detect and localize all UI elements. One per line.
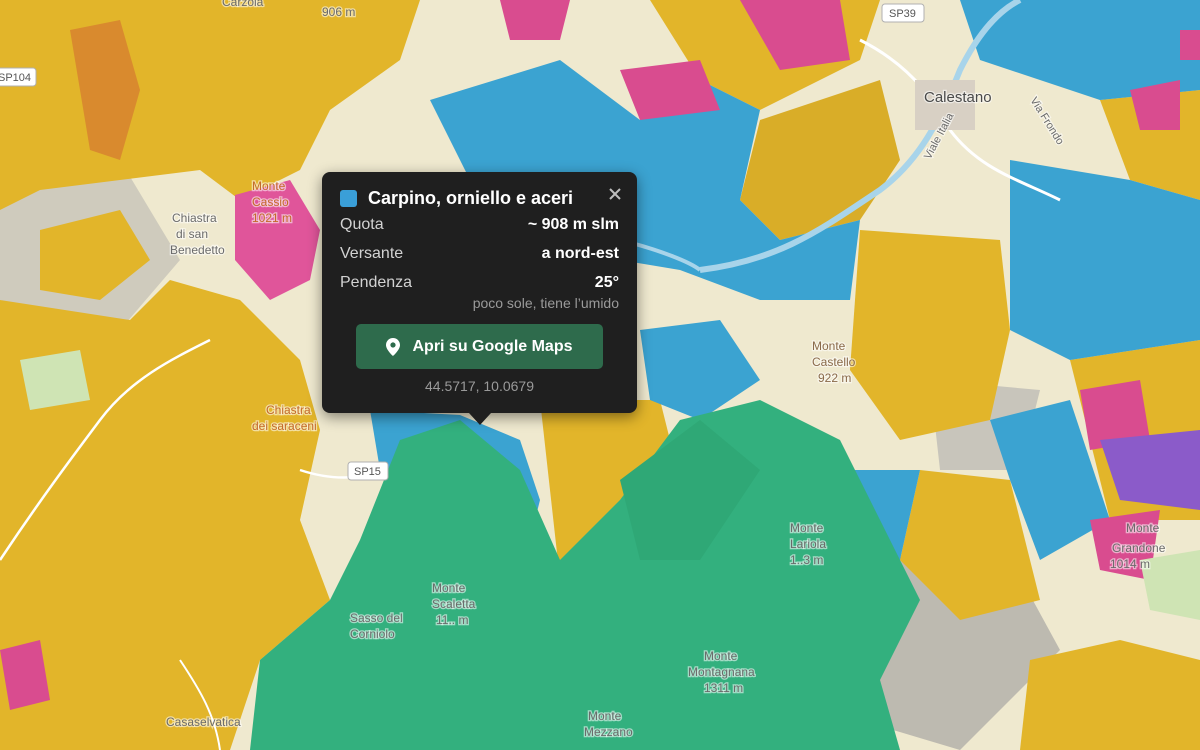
svg-text:Chiastra: Chiastra [172, 211, 217, 225]
woodland-pink [500, 0, 570, 40]
row-pendenza: Pendenza 25° [340, 274, 619, 296]
popup-title: Carpino, orniello e aceri [368, 187, 574, 208]
svg-text:Monte: Monte [790, 521, 824, 535]
row-value: a nord-est [541, 245, 619, 262]
popup-pointer [469, 413, 491, 425]
svg-text:Scaletta: Scaletta [432, 597, 476, 611]
svg-text:Monte: Monte [1126, 521, 1160, 535]
coordinates-readout: 44.5717, 10.0679 [425, 378, 534, 394]
svg-text:1311 m: 1311 m [704, 681, 743, 695]
vegetation-color-swatch [340, 189, 357, 207]
svg-text:SP104: SP104 [0, 72, 31, 84]
svg-text:Chiastra: Chiastra [266, 403, 311, 417]
label-calestano: Calestano [924, 89, 992, 106]
svg-text:Montagnana: Montagnana [688, 665, 755, 679]
svg-text:Castello: Castello [812, 355, 856, 369]
popup-details: Quota ~ 908 m slm Versante a nord-est Pe… [340, 216, 619, 296]
map-pin-icon [386, 337, 401, 356]
svg-text:Grandone: Grandone [1112, 541, 1166, 555]
svg-text:Lariola: Lariola [790, 537, 826, 551]
label-monte-lariola: Monte Lariola 1..3 m [789, 520, 828, 569]
label-carzola: Carzola [222, 0, 264, 9]
row-versante: Versante a nord-est [340, 245, 619, 267]
svg-text:1..3 m: 1..3 m [790, 553, 823, 567]
label-top-elevation: 906 m [322, 5, 355, 19]
row-label: Pendenza [340, 274, 413, 291]
row-quota: Quota ~ 908 m slm [340, 216, 619, 238]
label-casaselvatica: Casaselvatica [166, 715, 241, 729]
svg-text:Sasso del: Sasso del [350, 611, 403, 625]
row-label: Quota [340, 216, 384, 233]
close-button[interactable] [605, 184, 625, 204]
close-icon [609, 188, 621, 200]
popup-header: Carpino, orniello e aceri [340, 186, 619, 210]
row-label: Versante [340, 245, 404, 262]
info-popup: Carpino, orniello e aceri Quota ~ 908 m … [322, 172, 637, 425]
svg-text:Corniolo: Corniolo [350, 627, 395, 641]
svg-text:Monte: Monte [252, 179, 286, 193]
row-value: 25° [594, 274, 619, 291]
road-shield-sp104: SP104 [0, 67, 37, 87]
woodland-yellow [1020, 640, 1200, 750]
road-shield-sp39: SP39 [881, 3, 925, 23]
svg-text:1021 m: 1021 m [252, 211, 292, 225]
svg-text:di san: di san [176, 227, 208, 241]
woodland-pink [1180, 30, 1200, 60]
svg-text:dei saraceni: dei saraceni [252, 419, 317, 433]
open-google-maps-label: Apri su Google Maps [412, 337, 573, 355]
open-google-maps-button[interactable]: Apri su Google Maps [356, 324, 603, 369]
svg-text:Benedetto: Benedetto [170, 243, 225, 257]
svg-text:SP15: SP15 [354, 466, 381, 478]
svg-text:11.. m: 11.. m [436, 613, 468, 627]
meadow [20, 350, 90, 410]
svg-text:SP39: SP39 [889, 8, 916, 20]
row-value: ~ 908 m slm [527, 216, 619, 233]
svg-text:Monte: Monte [432, 581, 466, 595]
road-shield-sp15: SP15 [347, 461, 389, 481]
svg-text:Monte: Monte [704, 649, 738, 663]
svg-text:1014 m: 1014 m [1110, 557, 1150, 571]
exposure-hint: poco sole, tiene l’umido [472, 295, 619, 311]
svg-text:Monte: Monte [812, 339, 846, 353]
svg-text:Mezzano: Mezzano [584, 725, 633, 739]
svg-text:Monte: Monte [588, 709, 622, 723]
svg-text:Cassio: Cassio [252, 195, 289, 209]
svg-text:922 m: 922 m [818, 371, 851, 385]
